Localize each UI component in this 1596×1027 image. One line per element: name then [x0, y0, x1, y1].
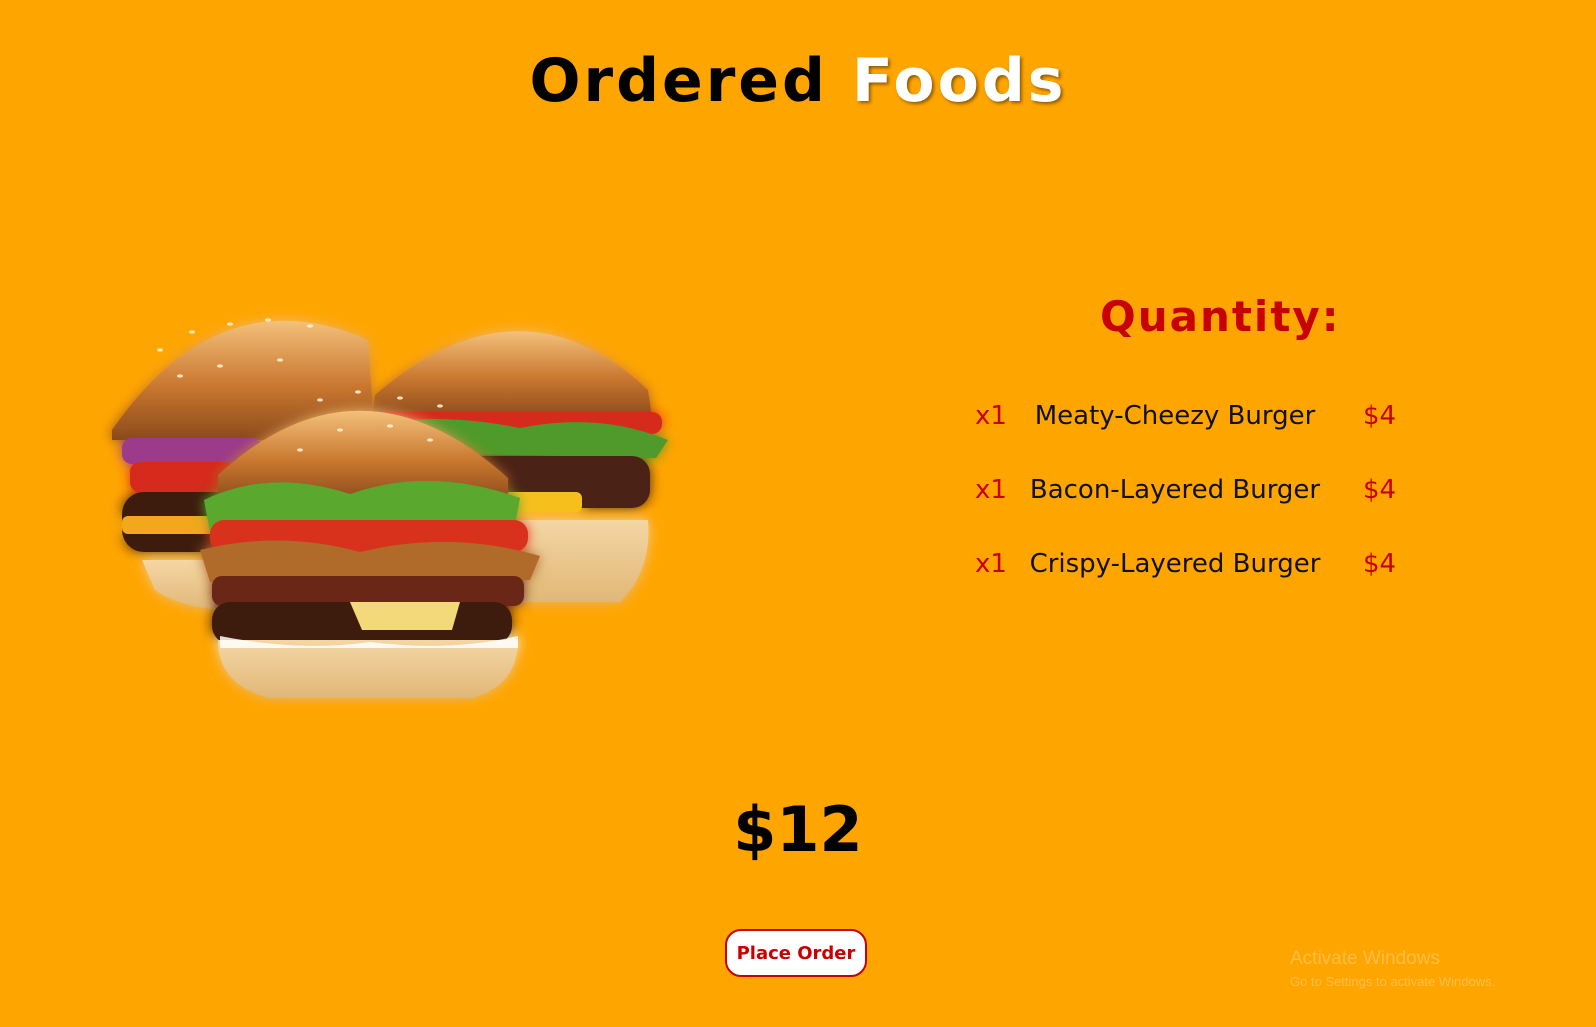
quantity-heading: Quantity:	[1100, 292, 1341, 341]
item-quantity: x1	[975, 549, 1007, 579]
page-title: Ordered Foods	[0, 46, 1596, 116]
order-item: x1 Meaty-Cheezy Burger $4	[975, 396, 1405, 436]
item-name: Meaty-Cheezy Burger	[1034, 401, 1316, 431]
item-price: $4	[1363, 401, 1397, 431]
order-item: x1 Bacon-Layered Burger $4	[975, 470, 1405, 510]
page-title-ordered: Ordered	[529, 46, 828, 116]
item-name: Bacon-Layered Burger	[1029, 475, 1321, 505]
place-order-button[interactable]: Place Order	[725, 929, 867, 977]
watermark-subtitle: Go to Settings to activate Windows.	[1290, 974, 1496, 989]
order-total: $12	[733, 793, 863, 866]
item-price: $4	[1363, 549, 1397, 579]
item-price: $4	[1363, 475, 1397, 505]
order-item: x1 Crispy-Layered Burger $4	[975, 544, 1405, 584]
page-title-foods: Foods	[851, 46, 1067, 116]
burgers-image	[112, 318, 668, 698]
item-quantity: x1	[975, 401, 1007, 431]
item-name: Crispy-Layered Burger	[1029, 549, 1321, 579]
watermark-title: Activate Windows	[1290, 948, 1440, 969]
item-quantity: x1	[975, 475, 1007, 505]
windows-activation-watermark: Activate Windows Go to Settings to activ…	[1290, 948, 1495, 989]
